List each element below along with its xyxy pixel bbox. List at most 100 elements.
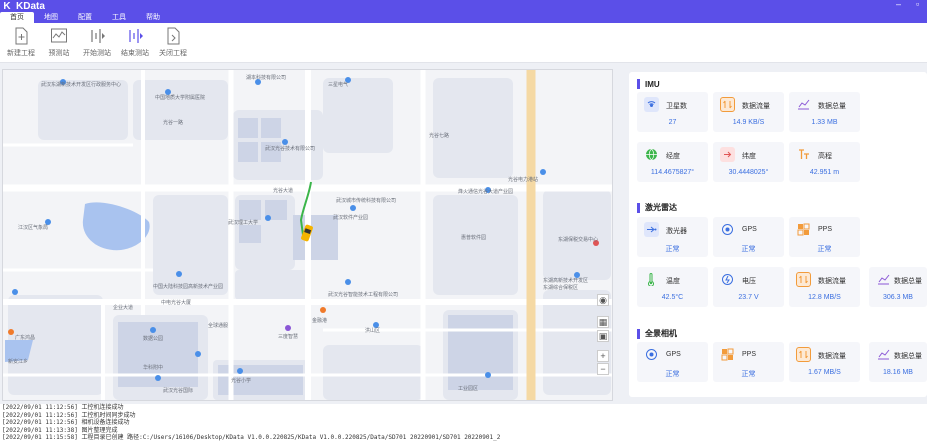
lidar-pps-card: PPS 正常 bbox=[789, 217, 860, 257]
poi-label: 光谷小学 bbox=[231, 378, 252, 384]
imu-satellite-card: 卫星数 27 bbox=[637, 92, 708, 132]
minimize-button[interactable]: – bbox=[896, 0, 901, 9]
pps-icon bbox=[796, 222, 811, 237]
poi-label: 东湖综合保税区 bbox=[543, 285, 579, 291]
imu-data-total-value: 1.33 MB bbox=[811, 119, 838, 126]
poi-label: 华科附中 bbox=[143, 365, 164, 371]
imu-latitude-value: 30.4448025° bbox=[728, 169, 769, 176]
locate-button[interactable]: ◉ bbox=[597, 294, 609, 306]
lidar-temperature-value: 42.5°C bbox=[661, 294, 684, 301]
imu-data-total-card: 数据总量 1.33 MB bbox=[789, 92, 860, 132]
imu-data-total-label: 数据总量 bbox=[818, 103, 846, 110]
menu-tools[interactable]: 工具 bbox=[102, 12, 136, 23]
imu-longitude-card: 经度 114.4675827° bbox=[637, 142, 708, 182]
lidar-temperature-card: 温度 42.5°C bbox=[637, 267, 708, 307]
status-panel: IMU 卫星数 27 数据流量 14.9 KB/S 数据总量 1.33 MB 经… bbox=[629, 72, 927, 397]
zoom-in-button[interactable]: + bbox=[597, 350, 609, 362]
poi-label: 武汉光谷国际 bbox=[163, 388, 194, 394]
close-project-label: 关闭工程 bbox=[159, 50, 187, 57]
camera-data-total-value: 18.16 MB bbox=[883, 369, 913, 376]
poi-label: 金融港 bbox=[312, 318, 328, 324]
data-flow-icon bbox=[796, 347, 811, 362]
camera-gps-value: 正常 bbox=[665, 371, 680, 378]
poi-label: 武汉城市传统科技有限公司 bbox=[336, 198, 397, 204]
temperature-icon bbox=[644, 272, 659, 287]
imu-longitude-value: 114.4675827° bbox=[650, 169, 695, 176]
imu-longitude-label: 经度 bbox=[666, 153, 680, 160]
poi-label: 东湖保税交易中心 bbox=[558, 237, 599, 243]
pps-icon bbox=[720, 347, 735, 362]
menu-config[interactable]: 配置 bbox=[68, 12, 102, 23]
pre-test-label: 预测站 bbox=[48, 50, 70, 57]
lidar-pps-label: PPS bbox=[818, 226, 833, 233]
menu-home[interactable]: 首页 bbox=[0, 12, 34, 23]
poi-label: 光谷七路 bbox=[429, 133, 450, 139]
new-project-button[interactable]: 新建工程 bbox=[2, 23, 40, 62]
data-total-icon bbox=[876, 347, 891, 362]
lidar-data-flow-value: 12.8 MB/S bbox=[808, 294, 841, 301]
lidar-laser-card: 激光器 正常 bbox=[637, 217, 708, 257]
poi-label: 数据公园 bbox=[143, 336, 164, 342]
lidar-laser-value: 正常 bbox=[665, 246, 680, 253]
zoom-out-button[interactable]: − bbox=[597, 363, 609, 375]
laser-icon bbox=[644, 222, 659, 237]
lidar-title-text: 激光雷达 bbox=[645, 203, 677, 212]
poi-label: 光谷大道 bbox=[273, 188, 294, 194]
poi-label: 洪山区 bbox=[365, 328, 381, 334]
pre-test-icon bbox=[51, 28, 67, 43]
toolbar: 新建工程 预测站 开始测站 结束测站 关闭工程 bbox=[0, 23, 927, 63]
lidar-data-total-value: 306.3 MB bbox=[883, 294, 913, 301]
log-line: [2022/09/01 11:12:56] 工控机连接成功 bbox=[2, 404, 124, 411]
data-flow-icon bbox=[796, 272, 811, 287]
app-logo-icon: K bbox=[3, 0, 11, 12]
camera-data-total-label: 数据总量 bbox=[894, 353, 922, 360]
end-test-button[interactable]: 结束测站 bbox=[116, 23, 154, 62]
camera-pps-card: PPS 正常 bbox=[713, 342, 784, 382]
lidar-voltage-card: 电压 23.7 V bbox=[713, 267, 784, 307]
camera-data-flow-card: 数据流量 1.67 MB/S bbox=[789, 342, 860, 382]
poi-label: 三星电气 bbox=[328, 82, 349, 88]
satellite-icon bbox=[644, 97, 659, 112]
menu-help[interactable]: 帮助 bbox=[136, 12, 170, 23]
lidar-pps-value: 正常 bbox=[817, 246, 832, 253]
log-panel[interactable]: [2022/09/01 11:12:56] 工控机连接成功 [2022/09/0… bbox=[0, 404, 927, 448]
lidar-laser-label: 激光器 bbox=[666, 228, 687, 235]
imu-title-text: IMU bbox=[645, 79, 660, 89]
poi-label: 湖本科技有限公司 bbox=[246, 75, 287, 81]
lidar-gps-card: GPS 正常 bbox=[713, 217, 784, 257]
camera-title-text: 全景相机 bbox=[645, 329, 677, 338]
end-test-label: 结束测站 bbox=[121, 50, 149, 57]
imu-satellite-label: 卫星数 bbox=[666, 103, 687, 110]
camera-pps-value: 正常 bbox=[741, 371, 756, 378]
elevation-icon bbox=[796, 147, 811, 162]
poi-label: 光谷电力港站 bbox=[508, 177, 539, 183]
menu-map[interactable]: 地图 bbox=[34, 12, 68, 23]
measure-button[interactable]: ▣ bbox=[597, 330, 609, 342]
close-project-button[interactable]: 关闭工程 bbox=[154, 23, 192, 62]
end-test-icon bbox=[129, 29, 143, 43]
start-test-button[interactable]: 开始测站 bbox=[78, 23, 116, 62]
gps-icon bbox=[644, 347, 659, 362]
lidar-gps-value: 正常 bbox=[741, 246, 756, 253]
lidar-section-title: 激光雷达 bbox=[637, 202, 677, 213]
imu-latitude-card: 纬度 30.4448025° bbox=[713, 142, 784, 182]
poi-label: 光谷一路 bbox=[163, 120, 184, 126]
poi-label: 东湖高新技术开发区 bbox=[543, 278, 589, 284]
camera-data-flow-value: 1.67 MB/S bbox=[808, 369, 841, 376]
restore-button[interactable]: ▫ bbox=[916, 0, 919, 9]
imu-data-flow-card: 数据流量 14.9 KB/S bbox=[713, 92, 784, 132]
lidar-gps-label: GPS bbox=[742, 226, 757, 233]
lidar-temperature-label: 温度 bbox=[666, 278, 680, 285]
poi-label: 武汉光谷技术有限公司 bbox=[265, 146, 316, 152]
map-view[interactable]: 武汉东湖新技术开发区行政服务中心 中国地质大学附属医院 湖本科技有限公司 三星电… bbox=[2, 69, 613, 401]
lidar-voltage-label: 电压 bbox=[742, 278, 756, 285]
poi-label: 新安江乡 bbox=[8, 359, 29, 365]
start-test-icon bbox=[91, 29, 105, 43]
log-line: [2022/09/01 11:13:38] 图片整理完成 bbox=[2, 426, 118, 434]
poi-label: 全球通服 bbox=[208, 323, 229, 329]
poi-label: 惠普软件园 bbox=[461, 235, 487, 241]
new-project-icon bbox=[15, 27, 28, 45]
pre-test-button[interactable]: 预测站 bbox=[40, 23, 78, 62]
poi-label: 武汉光谷智能技术工程有限公司 bbox=[328, 292, 399, 298]
layer-button[interactable]: ▦ bbox=[597, 316, 609, 328]
